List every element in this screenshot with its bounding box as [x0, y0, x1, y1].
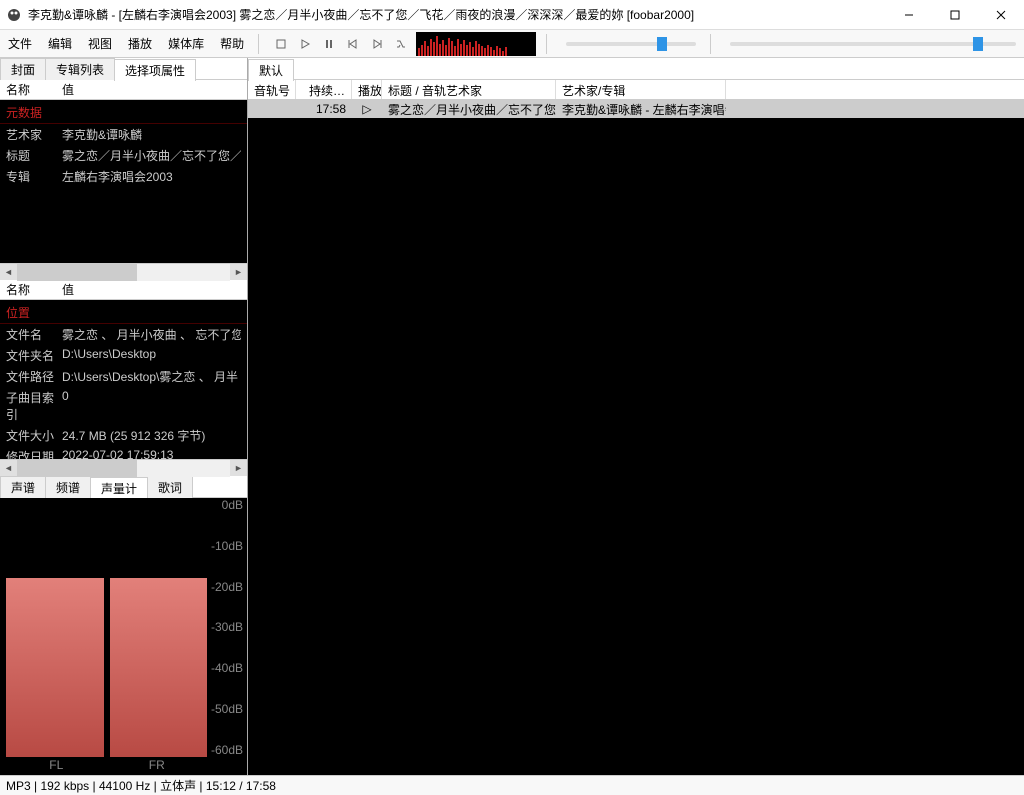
play-button[interactable]: [294, 33, 316, 55]
group-location: 位置: [0, 300, 247, 324]
minimize-button[interactable]: [886, 0, 932, 30]
separator: [710, 34, 716, 54]
maximize-button[interactable]: [932, 0, 978, 30]
col-track-no[interactable]: 音轨号: [248, 80, 296, 99]
playlist-body[interactable]: 17:58 ▷ 雾之恋／月半小夜曲／忘不了您／… 李克勤&谭咏麟 - 左麟右李演…: [248, 100, 1024, 775]
menu-help[interactable]: 帮助: [212, 30, 252, 57]
vu-bar-fl: [6, 578, 104, 757]
visualization-section: 声谱 频谱 声量计 歌词 0dB -10dB -20dB -30dB -40dB…: [0, 476, 247, 775]
tab-album-list[interactable]: 专辑列表: [45, 58, 115, 80]
app-icon: [6, 7, 22, 23]
menubar: 文件 编辑 视图 播放 媒体库 帮助: [0, 30, 252, 57]
tab-properties[interactable]: 选择项属性: [114, 59, 196, 81]
vis-tabs: 声谱 频谱 声量计 歌词: [0, 476, 247, 498]
playlist-header: 音轨号 持续… 播放… 标题 / 音轨艺术家 艺术家/专辑: [248, 80, 1024, 100]
prop-body-metadata: 元数据 艺术家李克勤&谭咏麟 标题雾之恋／月半小夜曲／忘不了您／飞花／雨 专辑左…: [0, 100, 247, 263]
playlist-pane: 默认 音轨号 持续… 播放… 标题 / 音轨艺术家 艺术家/专辑 17:58 ▷…: [248, 58, 1024, 775]
transport-controls: [270, 33, 412, 55]
vu-scale: 0dB -10dB -20dB -30dB -40dB -50dB -60dB: [211, 498, 243, 757]
hscrollbar[interactable]: ◄►: [0, 459, 247, 476]
stop-button[interactable]: [270, 33, 292, 55]
random-button[interactable]: [390, 33, 412, 55]
volume-slider[interactable]: [566, 42, 696, 46]
properties-panel-mid: 名称 值 位置 文件名雾之恋 、 月半小夜曲 、 忘不了您 文件夹名D:\Use…: [0, 280, 247, 476]
menu-library[interactable]: 媒体库: [160, 30, 212, 57]
col-value[interactable]: 值: [56, 281, 247, 298]
prev-button[interactable]: [342, 33, 364, 55]
playlist-tabs: 默认: [248, 58, 1024, 80]
menubar-toolbar: 文件 编辑 视图 播放 媒体库 帮助: [0, 30, 1024, 58]
hscrollbar[interactable]: ◄►: [0, 263, 247, 280]
next-button[interactable]: [366, 33, 388, 55]
prop-row[interactable]: 修改日期2022-07-02 17:59:13: [0, 446, 247, 459]
left-tabs: 封面 专辑列表 选择项属性: [0, 58, 247, 80]
menu-playback[interactable]: 播放: [120, 30, 160, 57]
prop-row[interactable]: 文件大小24.7 MB (25 912 326 字节): [0, 425, 247, 446]
prop-row[interactable]: 艺术家李克勤&谭咏麟: [0, 124, 247, 145]
tab-lyrics[interactable]: 歌词: [147, 476, 193, 498]
close-button[interactable]: [978, 0, 1024, 30]
menu-view[interactable]: 视图: [80, 30, 120, 57]
col-name[interactable]: 名称: [0, 281, 56, 298]
col-artist[interactable]: 艺术家/专辑: [556, 80, 726, 99]
status-text: MP3 | 192 kbps | 44100 Hz | 立体声 | 15:12 …: [6, 777, 276, 794]
main-split: 封面 专辑列表 选择项属性 名称 值 元数据 艺术家李克勤&谭咏麟 标题雾之恋／…: [0, 58, 1024, 775]
seek-slider[interactable]: [730, 42, 1016, 46]
group-metadata: 元数据: [0, 100, 247, 124]
menu-edit[interactable]: 编辑: [40, 30, 80, 57]
now-playing-icon: ▷: [352, 102, 382, 116]
prop-header: 名称 值: [0, 280, 247, 300]
pause-button[interactable]: [318, 33, 340, 55]
window-title: 李克勤&谭咏麟 - [左麟右李演唱会2003] 雾之恋／月半小夜曲／忘不了您／飞…: [28, 6, 886, 23]
col-duration[interactable]: 持续…: [296, 80, 352, 99]
vu-channel-labels: FL FR: [6, 758, 207, 772]
col-title[interactable]: 标题 / 音轨艺术家: [382, 80, 556, 99]
playlist-row[interactable]: 17:58 ▷ 雾之恋／月半小夜曲／忘不了您／… 李克勤&谭咏麟 - 左麟右李演…: [248, 100, 1024, 118]
properties-panel-top: 名称 值 元数据 艺术家李克勤&谭咏麟 标题雾之恋／月半小夜曲／忘不了您／飞花／…: [0, 80, 247, 280]
separator: [546, 34, 552, 54]
tab-spectrum[interactable]: 频谱: [45, 476, 91, 498]
playlist-tab-default[interactable]: 默认: [248, 59, 294, 81]
col-value[interactable]: 值: [56, 81, 247, 98]
col-playing[interactable]: 播放…: [352, 80, 382, 99]
menu-file[interactable]: 文件: [0, 30, 40, 57]
window-titlebar: 李克勤&谭咏麟 - [左麟右李演唱会2003] 雾之恋／月半小夜曲／忘不了您／飞…: [0, 0, 1024, 30]
toolbar-visualization[interactable]: [416, 32, 536, 56]
vu-bars: [6, 578, 207, 757]
prop-body-location: 位置 文件名雾之恋 、 月半小夜曲 、 忘不了您 文件夹名D:\Users\De…: [0, 300, 247, 459]
prop-row[interactable]: 标题雾之恋／月半小夜曲／忘不了您／飞花／雨: [0, 145, 247, 166]
prop-header: 名称 值: [0, 80, 247, 100]
prop-row[interactable]: 专辑左麟右李演唱会2003: [0, 166, 247, 187]
prop-row[interactable]: 文件路径D:\Users\Desktop\雾之恋 、 月半: [0, 366, 247, 387]
prop-row[interactable]: 文件名雾之恋 、 月半小夜曲 、 忘不了您: [0, 324, 247, 345]
vu-bar-fr: [110, 578, 208, 757]
prop-row[interactable]: 子曲目索引0: [0, 387, 247, 425]
col-name[interactable]: 名称: [0, 81, 56, 98]
vu-meter: 0dB -10dB -20dB -30dB -40dB -50dB -60dB …: [0, 498, 247, 775]
prop-row[interactable]: 文件夹名D:\Users\Desktop: [0, 345, 247, 366]
separator: [258, 34, 264, 54]
tab-vumeter[interactable]: 声量计: [90, 477, 148, 499]
tab-spectrogram[interactable]: 声谱: [0, 476, 46, 498]
statusbar: MP3 | 192 kbps | 44100 Hz | 立体声 | 15:12 …: [0, 775, 1024, 795]
left-pane: 封面 专辑列表 选择项属性 名称 值 元数据 艺术家李克勤&谭咏麟 标题雾之恋／…: [0, 58, 248, 775]
tab-cover[interactable]: 封面: [0, 58, 46, 80]
